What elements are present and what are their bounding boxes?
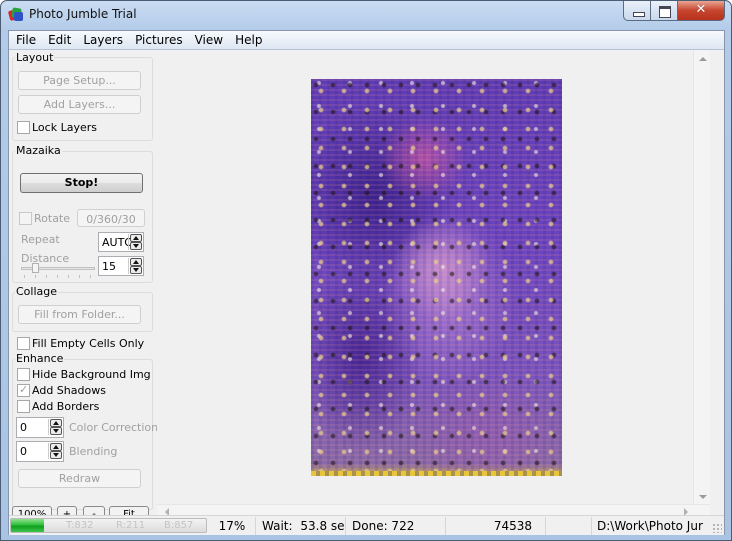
add-shadows-label: Add Shadows bbox=[32, 384, 106, 397]
menu-edit[interactable]: Edit bbox=[42, 31, 77, 49]
resize-grip[interactable] bbox=[712, 523, 722, 533]
add-borders-checkbox[interactable] bbox=[17, 400, 30, 413]
enhance-group-label: Enhance bbox=[15, 352, 65, 365]
title-bar[interactable]: Photo Jumble Trial ✕ bbox=[1, 1, 731, 31]
menu-help[interactable]: Help bbox=[229, 31, 268, 49]
distance-value: 15 bbox=[102, 260, 116, 273]
stop-button[interactable]: Stop! bbox=[20, 173, 143, 193]
app-window: Photo Jumble Trial ✕ File Edit Layers Pi… bbox=[0, 0, 732, 541]
menu-view[interactable]: View bbox=[189, 31, 229, 49]
mosaic-image[interactable] bbox=[311, 79, 562, 476]
distance-label: Distance bbox=[21, 252, 70, 265]
collage-group-label: Collage bbox=[15, 285, 59, 298]
rotate-label: Rotate bbox=[34, 212, 71, 225]
rotate-input[interactable]: 0/360/30 bbox=[77, 209, 145, 227]
color-correction-value: 0 bbox=[20, 421, 27, 434]
blending-input[interactable]: 0 bbox=[16, 441, 64, 462]
add-layers-button[interactable]: Add Layers... bbox=[18, 95, 141, 114]
scroll-down-icon[interactable] bbox=[699, 495, 707, 499]
progress-r-value: R:211 bbox=[116, 520, 146, 531]
redraw-button[interactable]: Redraw bbox=[18, 469, 141, 488]
fill-from-folder-button[interactable]: Fill from Folder... bbox=[18, 305, 141, 324]
spin-down-icon[interactable] bbox=[50, 451, 62, 459]
repeat-spinner[interactable] bbox=[128, 234, 142, 250]
control-panel: Layout Page Setup... Add Layers... Lock … bbox=[9, 50, 159, 512]
add-shadows-checkbox[interactable] bbox=[17, 383, 30, 397]
hide-background-label: Hide Background Img bbox=[32, 368, 151, 381]
spin-up-icon[interactable] bbox=[50, 443, 62, 451]
blending-label: Blending bbox=[69, 445, 118, 458]
wait-label: Wait: bbox=[262, 519, 293, 533]
scroll-up-icon[interactable] bbox=[699, 57, 707, 61]
mazaika-group-label: Mazaika bbox=[15, 144, 62, 157]
wait-status: Wait: 53.8 sec. bbox=[255, 517, 345, 535]
vertical-scrollbar[interactable] bbox=[693, 50, 710, 504]
status-bar: T:832 R:211 B:857 17% Wait: 53.8 sec. Do… bbox=[9, 515, 724, 535]
menu-bar: File Edit Layers Pictures View Help bbox=[9, 31, 724, 50]
canvas-area[interactable] bbox=[157, 50, 710, 517]
fill-empty-cells-checkbox[interactable] bbox=[17, 337, 30, 350]
hide-background-checkbox[interactable] bbox=[17, 368, 30, 381]
progress-t-value: T:832 bbox=[66, 520, 94, 531]
distance-slider-thumb[interactable] bbox=[32, 263, 40, 273]
menu-layers[interactable]: Layers bbox=[77, 31, 129, 49]
client-area: File Edit Layers Pictures View Help Layo… bbox=[8, 30, 725, 535]
progress-percent: 17% bbox=[218, 519, 246, 533]
close-icon: ✕ bbox=[695, 2, 707, 17]
layout-group-label: Layout bbox=[15, 51, 55, 64]
wait-value: 53.8 sec. bbox=[300, 519, 345, 533]
spin-up-icon[interactable] bbox=[50, 419, 62, 427]
spin-up-icon[interactable] bbox=[130, 234, 142, 242]
repeat-input[interactable]: AUTO bbox=[98, 232, 144, 252]
repeat-label: Repeat bbox=[21, 233, 60, 246]
spin-down-icon[interactable] bbox=[130, 266, 142, 274]
maximize-button[interactable] bbox=[651, 1, 678, 21]
menu-file[interactable]: File bbox=[10, 31, 42, 49]
item-count: 74538 bbox=[445, 517, 545, 535]
status-empty-cell bbox=[545, 517, 591, 535]
progress-b-value: B:857 bbox=[164, 520, 194, 531]
app-icon bbox=[7, 7, 24, 23]
fill-empty-cells-label: Fill Empty Cells Only bbox=[32, 337, 145, 350]
minimize-button[interactable] bbox=[623, 1, 651, 21]
distance-input[interactable]: 15 bbox=[98, 256, 144, 276]
done-count: Done: 722 bbox=[345, 517, 445, 535]
progress-fill bbox=[11, 519, 45, 532]
menu-pictures[interactable]: Pictures bbox=[129, 31, 189, 49]
color-correction-input[interactable]: 0 bbox=[16, 417, 64, 438]
page-setup-button[interactable]: Page Setup... bbox=[18, 71, 141, 90]
add-borders-label: Add Borders bbox=[32, 400, 100, 413]
window-title: Photo Jumble Trial bbox=[29, 7, 137, 21]
progress-bar: T:832 R:211 B:857 bbox=[10, 518, 207, 533]
blending-value: 0 bbox=[20, 445, 27, 458]
color-correction-label: Color Correction bbox=[69, 421, 159, 434]
blending-spinner[interactable] bbox=[48, 443, 62, 459]
file-path: D:\Work\Photo Jur bbox=[591, 517, 726, 535]
lock-layers-label: Lock Layers bbox=[32, 121, 97, 134]
lock-layers-checkbox[interactable] bbox=[17, 121, 30, 134]
spin-down-icon[interactable] bbox=[130, 242, 142, 250]
spin-up-icon[interactable] bbox=[130, 258, 142, 266]
distance-slider-ticks bbox=[24, 275, 96, 278]
close-button[interactable]: ✕ bbox=[678, 1, 725, 21]
color-correction-spinner[interactable] bbox=[48, 419, 62, 435]
spin-down-icon[interactable] bbox=[50, 427, 62, 435]
rotate-checkbox[interactable] bbox=[19, 212, 32, 225]
distance-spinner[interactable] bbox=[128, 258, 142, 274]
